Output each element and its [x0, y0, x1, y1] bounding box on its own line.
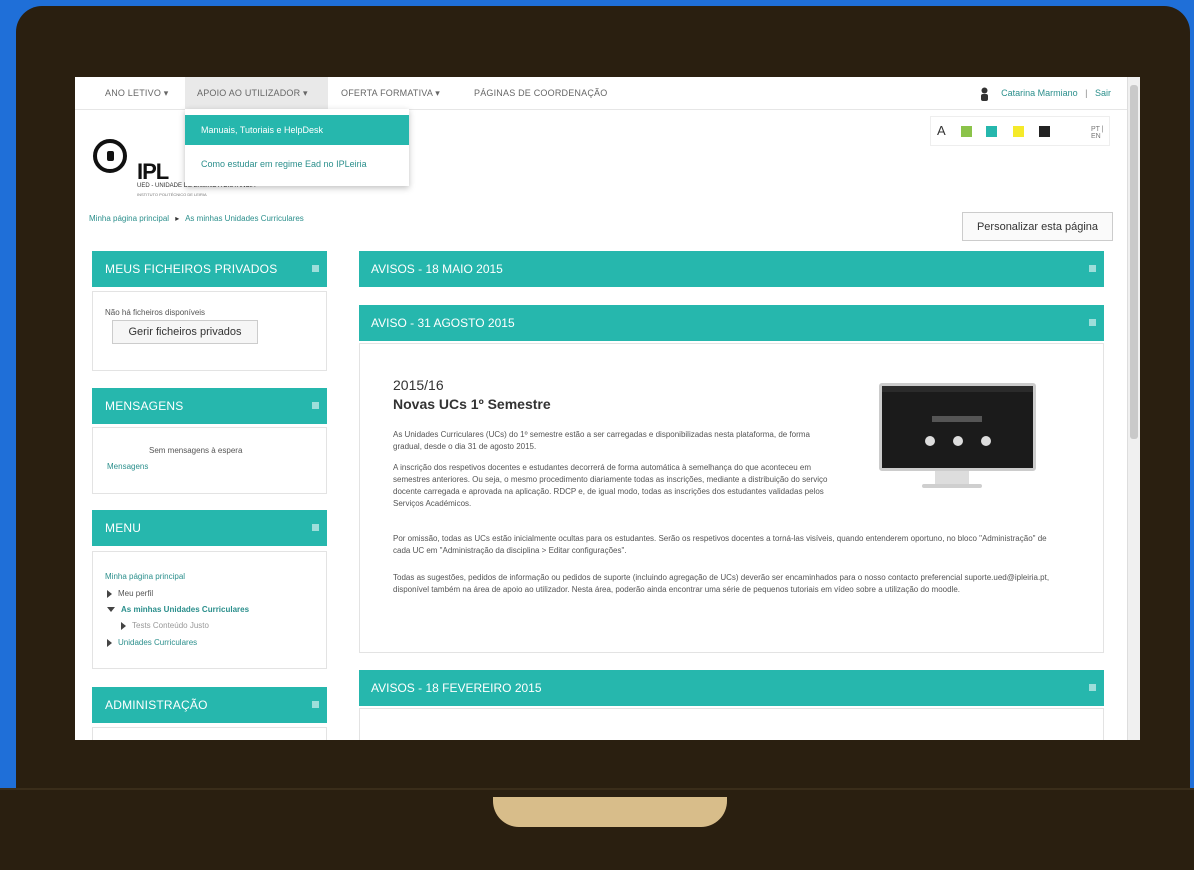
block-title: MEUS FICHEIROS PRIVADOS: [105, 262, 278, 276]
theme-swatch-black[interactable]: [1039, 126, 1050, 137]
expand-arrow-icon: [107, 638, 112, 647]
news-headline: Novas UCs 1º Semestre: [393, 396, 551, 412]
nav-paginas-coordenacao[interactable]: PÁGINAS DE COORDENAÇÃO: [474, 77, 607, 109]
block-menu-body: Minha página principal Meu perfil As min…: [92, 551, 327, 669]
menu-courses-item[interactable]: Unidades Curriculares: [107, 638, 197, 647]
news-title: AVISOS - 18 MAIO 2015: [371, 262, 503, 276]
logo-text[interactable]: IPL: [137, 159, 169, 185]
expand-arrow-icon: [121, 621, 126, 630]
block-title: ADMINISTRAÇÃO: [105, 698, 208, 712]
breadcrumb-separator: ▸: [175, 214, 180, 223]
block-admin-header[interactable]: ADMINISTRAÇÃO: [92, 687, 327, 723]
apoio-dropdown-menu: Manuais, Tutoriais e HelpDesk Como estud…: [185, 109, 409, 186]
language-switcher[interactable]: PT | EN: [1091, 126, 1109, 140]
font-size-toggle[interactable]: A: [937, 123, 946, 138]
collapse-icon[interactable]: [1089, 319, 1096, 326]
theme-swatch-yellow[interactable]: [1013, 126, 1024, 137]
no-messages-text: Sem mensagens à espera: [149, 446, 243, 455]
nav-ano-letivo[interactable]: ANO LETIVO ▾: [105, 77, 168, 109]
news-title: AVISOS - 18 FEVEREIRO 2015: [371, 681, 542, 695]
news-year: 2015/16: [393, 377, 444, 393]
menu-profile-item[interactable]: Meu perfil: [107, 589, 153, 598]
collapse-icon[interactable]: [1089, 684, 1096, 691]
block-private-files-header[interactable]: MEUS FICHEIROS PRIVADOS: [92, 251, 327, 287]
user-name[interactable]: Catarina Marmiano: [1001, 88, 1078, 98]
nav-oferta-formativa[interactable]: OFERTA FORMATIVA ▾: [341, 77, 440, 109]
block-messages-header[interactable]: MENSAGENS: [92, 388, 327, 424]
customise-page-button[interactable]: Personalizar esta página: [962, 212, 1113, 241]
monitor-image: [879, 383, 1036, 471]
expand-arrow-icon: [107, 589, 112, 598]
laptop-notch: [493, 797, 727, 827]
user-icon: [980, 87, 988, 101]
block-menu-header[interactable]: MENU: [92, 510, 327, 546]
collapse-icon[interactable]: [1089, 265, 1096, 272]
menu-courses-label: Unidades Curriculares: [118, 638, 198, 647]
menu-sub-label: Tests Conteúdo Justo: [132, 621, 209, 630]
accessibility-bar: A PT | EN: [930, 116, 1110, 146]
breadcrumb: Minha página principal ▸ As minhas Unida…: [89, 214, 304, 223]
monitor-stand-base: [922, 484, 982, 488]
user-menu: Catarina Marmiano | Sair: [980, 77, 1111, 109]
block-title: MENU: [105, 521, 142, 535]
no-files-text: Não há ficheiros disponíveis: [105, 308, 206, 317]
collapse-icon[interactable]: [312, 265, 319, 272]
collapse-icon[interactable]: [312, 701, 319, 708]
theme-swatch-green[interactable]: [961, 126, 972, 137]
collapse-arrow-icon: [107, 607, 115, 613]
menu-home-link[interactable]: Minha página principal: [105, 572, 185, 581]
block-private-files-body: Não há ficheiros disponíveis Gerir fiche…: [92, 291, 327, 371]
block-title: MENSAGENS: [105, 399, 184, 413]
top-navbar: ANO LETIVO ▾ APOIO AO UTILIZADOR ▾ OFERT…: [75, 77, 1127, 110]
dropdown-item-manuais[interactable]: Manuais, Tutoriais e HelpDesk: [185, 115, 409, 145]
breadcrumb-current[interactable]: As minhas Unidades Curriculares: [185, 214, 304, 223]
news-title: AVISO - 31 AGOSTO 2015: [371, 316, 515, 330]
collapse-icon[interactable]: [312, 402, 319, 409]
theme-swatch-teal[interactable]: [986, 126, 997, 137]
menu-sub-item[interactable]: Tests Conteúdo Justo: [121, 621, 209, 630]
news-body-aug: 2015/16 Novas UCs 1º Semestre As Unidade…: [359, 343, 1104, 653]
nav-apoio-utilizador[interactable]: APOIO AO UTILIZADOR ▾: [185, 77, 328, 109]
news-header-aug[interactable]: AVISO - 31 AGOSTO 2015: [359, 305, 1104, 341]
menu-my-courses-label: As minhas Unidades Curriculares: [121, 605, 250, 614]
breadcrumb-home[interactable]: Minha página principal: [89, 214, 169, 223]
news-header-may[interactable]: AVISOS - 18 MAIO 2015: [359, 251, 1104, 287]
user-separator: |: [1085, 88, 1088, 98]
messages-link[interactable]: Mensagens: [107, 462, 148, 471]
laptop-screen: ANO LETIVO ▾ APOIO AO UTILIZADOR ▾ OFERT…: [75, 77, 1140, 740]
manage-private-files-button[interactable]: Gerir ficheiros privados: [112, 320, 258, 344]
monitor-screen-graphic: [882, 386, 1033, 468]
news-paragraph-1: As Unidades Curriculares (UCs) do 1º sem…: [393, 430, 810, 451]
vertical-scrollbar[interactable]: [1127, 77, 1140, 740]
dropdown-item-como-estudar[interactable]: Como estudar em regime Ead no IPLeiria: [185, 149, 409, 179]
logo-dot: [107, 151, 114, 161]
news-header-feb[interactable]: AVISOS - 18 FEVEREIRO 2015: [359, 670, 1104, 706]
scrollbar-thumb[interactable]: [1130, 85, 1138, 439]
logout-link[interactable]: Sair: [1095, 88, 1111, 98]
news-paragraph-3: Por omissão, todas as UCs estão inicialm…: [393, 534, 1047, 555]
news-paragraph-2: A inscrição dos respetivos docentes e es…: [393, 463, 828, 508]
monitor-stand: [935, 471, 969, 484]
menu-my-courses-item[interactable]: As minhas Unidades Curriculares: [107, 605, 249, 614]
block-messages-body: Sem mensagens à espera Mensagens: [92, 427, 327, 494]
collapse-icon[interactable]: [312, 524, 319, 531]
menu-profile-label: Meu perfil: [118, 589, 154, 598]
logo-subline: INSTITUTO POLITÉCNICO DE LEIRIA: [137, 192, 207, 197]
news-body-feb: [359, 708, 1104, 740]
block-admin-body: [92, 727, 327, 740]
news-paragraph-4: Todas as sugestões, pedidos de informaçã…: [393, 573, 1050, 594]
